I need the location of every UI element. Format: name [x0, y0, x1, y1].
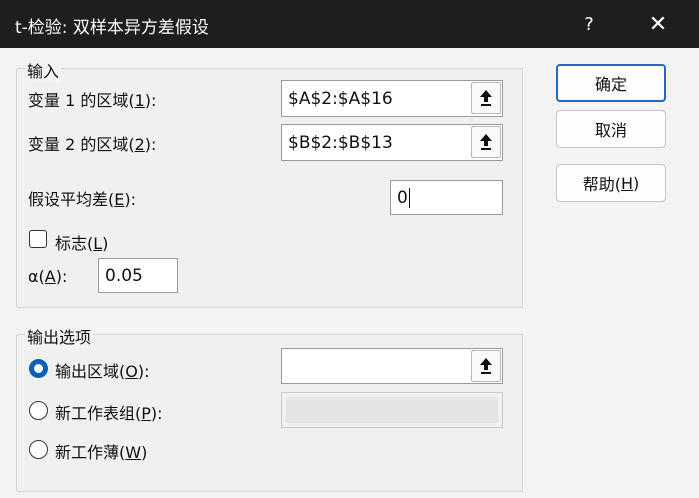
close-icon[interactable]: ✕ [644, 10, 672, 38]
title-bar: t-检验: 双样本异方差假设 ? ✕ [0, 0, 699, 48]
collapse-dialog-icon [480, 134, 492, 150]
var2-range-value: $B$2:$B$13 [288, 132, 393, 153]
new-sheet-accel-key: P [141, 404, 151, 423]
var1-label-text: 变量 1 的区域( [28, 91, 135, 110]
help-button-text: 帮助( [582, 175, 621, 194]
var1-ref-button[interactable] [471, 82, 501, 114]
new-workbook-label[interactable]: 新工作薄(W) [55, 439, 147, 463]
new-sheet-input-fill [286, 397, 498, 423]
output-range-ref-button[interactable] [471, 350, 501, 382]
labels-checkbox-label[interactable]: 标志(L) [55, 230, 108, 254]
output-range-accel-key: O [125, 362, 138, 381]
new-workbook-label-text: 新工作薄( [55, 443, 126, 462]
alpha-label-suffix: ): [55, 267, 68, 286]
alpha-label-text: α( [28, 267, 45, 286]
text-caret [408, 187, 410, 208]
alpha-label: α(A): [28, 267, 67, 286]
var1-label-suffix: ): [144, 91, 157, 110]
new-sheet-radio[interactable] [29, 401, 48, 420]
help-icon[interactable]: ? [575, 10, 603, 38]
mean-diff-label-suffix: ): [124, 190, 136, 209]
new-workbook-radio[interactable] [29, 440, 48, 459]
collapse-dialog-icon [480, 90, 492, 106]
var2-accel-key: 2 [134, 135, 145, 154]
help-button-suffix: ) [633, 173, 640, 193]
help-button[interactable]: 帮助(H) [556, 164, 666, 202]
output-range-label-text: 输出区域( [55, 362, 126, 381]
var2-range-input[interactable]: $B$2:$B$13 [281, 124, 503, 161]
labels-label-text: 标志( [55, 234, 94, 253]
labels-accel-key: L [93, 234, 103, 253]
mean-diff-accel-key: E [114, 190, 125, 209]
mean-diff-label: 假设平均差(E): [28, 186, 136, 210]
output-range-radio[interactable] [29, 359, 48, 378]
new-workbook-accel-key: W [125, 443, 142, 462]
var1-range-label: 变量 1 的区域(1): [28, 87, 156, 111]
new-sheet-label[interactable]: 新工作表组(P): [55, 400, 163, 424]
alpha-value: 0.05 [105, 265, 143, 286]
labels-label-suffix: ) [102, 234, 109, 253]
mean-diff-value: 0 [397, 187, 408, 208]
var1-range-value: $A$2:$A$16 [288, 88, 393, 109]
output-range-label[interactable]: 输出区域(O): [55, 358, 149, 382]
dialog-title: t-检验: 双样本异方差假设 [15, 18, 209, 38]
ok-button[interactable]: 确定 [556, 64, 666, 102]
var2-range-label: 变量 2 的区域(2): [28, 131, 156, 155]
alpha-input[interactable]: 0.05 [98, 258, 178, 293]
var1-accel-key: 1 [134, 91, 145, 110]
new-sheet-label-text: 新工作表组( [55, 404, 142, 423]
new-workbook-label-suffix: ) [141, 443, 148, 462]
help-accel-key: H [620, 173, 634, 193]
var2-ref-button[interactable] [471, 126, 501, 158]
output-range-label-suffix: ): [137, 362, 150, 381]
output-group-label: 输出选项 [25, 324, 94, 348]
input-group-label: 输入 [25, 58, 62, 82]
new-sheet-label-suffix: ): [150, 404, 163, 423]
cancel-button[interactable]: 取消 [556, 110, 666, 148]
new-sheet-input [281, 392, 503, 428]
output-range-input[interactable] [281, 348, 503, 384]
var1-range-input[interactable]: $A$2:$A$16 [281, 80, 503, 117]
var2-label-text: 变量 2 的区域( [28, 135, 135, 154]
alpha-accel-key: A [44, 267, 56, 286]
collapse-dialog-icon [480, 358, 492, 374]
mean-diff-label-text: 假设平均差( [28, 190, 115, 209]
mean-diff-input[interactable]: 0 [390, 180, 503, 215]
var2-label-suffix: ): [144, 135, 157, 154]
labels-checkbox[interactable] [29, 230, 47, 248]
